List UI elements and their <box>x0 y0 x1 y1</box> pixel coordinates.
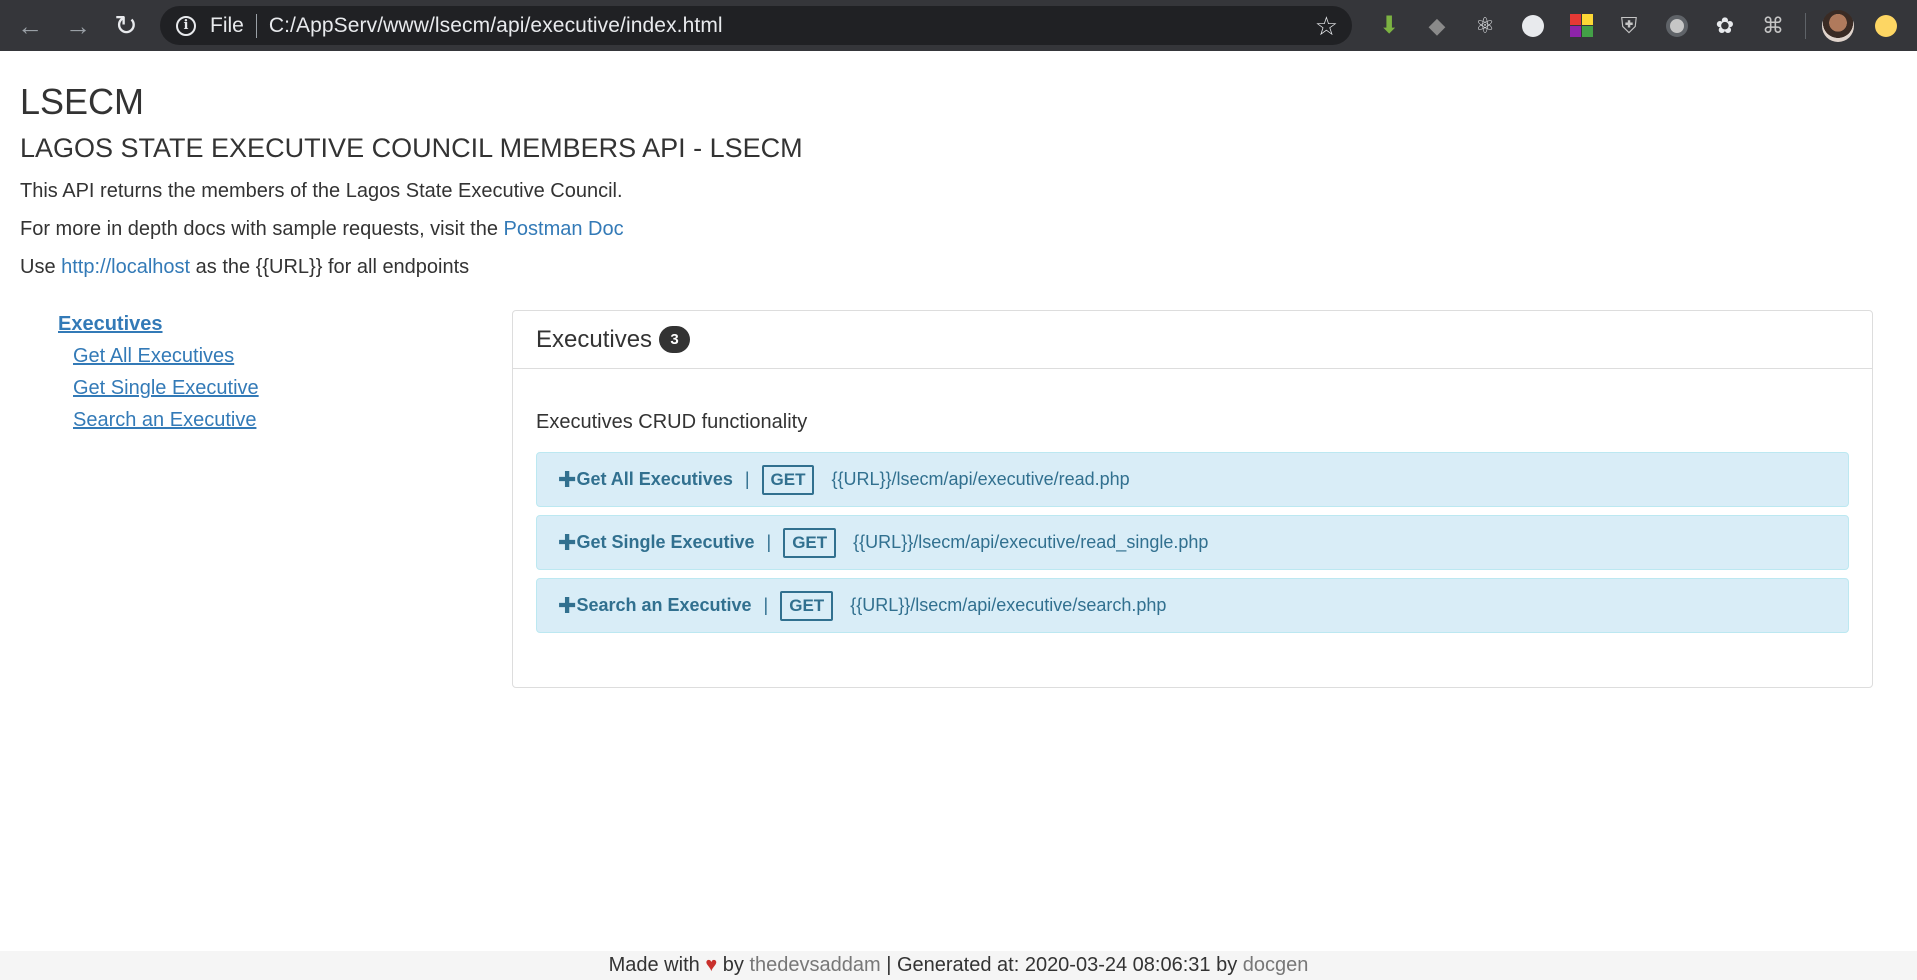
panel-heading: Executives 3 <box>513 311 1872 369</box>
address-bar[interactable]: i File C:/AppServ/www/lsecm/api/executiv… <box>160 6 1352 45</box>
profile-avatar[interactable] <box>1814 0 1862 51</box>
extensions-area: ⬇ ◆ ⚛ ⛨ ✿ ⌘ <box>1365 0 1910 51</box>
endpoint-get-single-executive[interactable]: ✚ Get Single Executive | GET {{URL}}/lse… <box>536 515 1849 570</box>
intro-docs-text: For more in depth docs with sample reque… <box>20 218 504 240</box>
method-badge: GET <box>780 590 834 621</box>
endpoint-name: Get Single Executive <box>576 532 755 552</box>
download-extension-icon[interactable]: ⬇ <box>1365 0 1413 51</box>
endpoint-separator: | <box>763 595 769 615</box>
author-link[interactable]: thedevsaddam <box>749 954 880 976</box>
method-badge: GET <box>783 527 837 558</box>
panel-body: Executives CRUD functionality ✚ Get All … <box>513 411 1872 633</box>
endpoint-separator: | <box>766 532 772 552</box>
localhost-link[interactable]: http://localhost <box>61 256 190 278</box>
panel-description: Executives CRUD functionality <box>536 411 808 433</box>
expand-plus-icon: ✚ <box>558 466 577 492</box>
endpoint-path: {{URL}}/lsecm/api/executive/read.php <box>831 469 1130 489</box>
method-badge: GET <box>761 464 815 495</box>
json-viewer-icon[interactable] <box>1509 0 1557 51</box>
endpoint-get-all-executives[interactable]: ✚ Get All Executives | GET {{URL}}/lsecm… <box>536 452 1849 507</box>
footer-generated: | Generated at: 2020-03-24 08:06:31 by <box>886 954 1238 976</box>
footer: Made with ♥ by thedevsaddam | Generated … <box>0 951 1917 980</box>
count-badge: 3 <box>659 326 691 353</box>
layers-extension-icon[interactable]: ◆ <box>1413 0 1461 51</box>
postman-doc-link[interactable]: Postman Doc <box>504 218 624 240</box>
paw-extension-icon[interactable]: ✿ <box>1701 0 1749 51</box>
endpoint-name: Search an Executive <box>576 595 752 615</box>
endpoint-path: {{URL}}/lsecm/api/executive/read_single.… <box>853 532 1209 552</box>
expand-plus-icon: ✚ <box>558 529 577 555</box>
sidebar: Executives Get All Executives Get Single… <box>58 313 458 441</box>
endpoint-name: Get All Executives <box>576 469 733 489</box>
expand-plus-icon: ✚ <box>558 592 577 618</box>
page-title: LSECM <box>20 81 145 122</box>
reload-icon[interactable]: ↻ <box>102 0 150 51</box>
docgen-link[interactable]: docgen <box>1243 954 1309 976</box>
intro-docs-line: For more in depth docs with sample reque… <box>20 218 624 241</box>
sidebar-item-search-executive[interactable]: Search an Executive <box>73 409 458 433</box>
panel-title: Executives <box>536 325 653 353</box>
sidebar-item-get-single-executive[interactable]: Get Single Executive <box>73 377 458 401</box>
intro-url-prefix: Use <box>20 256 62 278</box>
intro-url-line: Use http://localhost as the {{URL}} for … <box>20 256 469 279</box>
heart-icon: ♥ <box>705 954 718 976</box>
browser-toolbar: ← → ↻ i File C:/AppServ/www/lsecm/api/ex… <box>0 0 1917 51</box>
endpoint-separator: | <box>744 469 750 489</box>
address-separator <box>255 13 257 38</box>
circle-extension-icon[interactable] <box>1653 0 1701 51</box>
forward-arrow-icon[interactable]: → <box>54 0 102 51</box>
endpoint-list: ✚ Get All Executives | GET {{URL}}/lsecm… <box>536 452 1849 633</box>
page-content: LSECM LAGOS STATE EXECUTIVE COUNCIL MEMB… <box>0 51 1917 980</box>
executives-panel: Executives 3 Executives CRUD functionali… <box>512 310 1873 688</box>
shield-extension-icon[interactable]: ⛨ <box>1605 0 1653 51</box>
page-subtitle: LAGOS STATE EXECUTIVE COUNCIL MEMBERS AP… <box>20 133 803 163</box>
endpoint-path: {{URL}}/lsecm/api/executive/search.php <box>850 595 1167 615</box>
intro-description: This API returns the members of the Lago… <box>20 180 623 202</box>
footer-made-with: Made with <box>608 954 700 976</box>
bookmark-star-icon[interactable]: ☆ <box>1315 11 1338 42</box>
sidebar-item-get-all-executives[interactable]: Get All Executives <box>73 345 458 369</box>
site-info-icon[interactable]: i <box>176 15 196 36</box>
footer-by: by <box>722 954 744 976</box>
back-arrow-icon[interactable]: ← <box>6 0 54 51</box>
color-palette-extension-icon[interactable] <box>1557 0 1605 51</box>
update-indicator-icon[interactable] <box>1862 0 1910 51</box>
sidebar-group-executives[interactable]: Executives <box>58 313 458 336</box>
command-extension-icon[interactable]: ⌘ <box>1749 0 1797 51</box>
toolbar-separator <box>1805 12 1806 39</box>
intro-url-suffix: as the {{URL}} for all endpoints <box>190 256 470 278</box>
address-scheme-label: File <box>210 13 244 37</box>
endpoint-search-executive[interactable]: ✚ Search an Executive | GET {{URL}}/lsec… <box>536 578 1849 633</box>
react-devtools-icon[interactable]: ⚛ <box>1461 0 1509 51</box>
address-url[interactable]: C:/AppServ/www/lsecm/api/executive/index… <box>269 14 723 38</box>
